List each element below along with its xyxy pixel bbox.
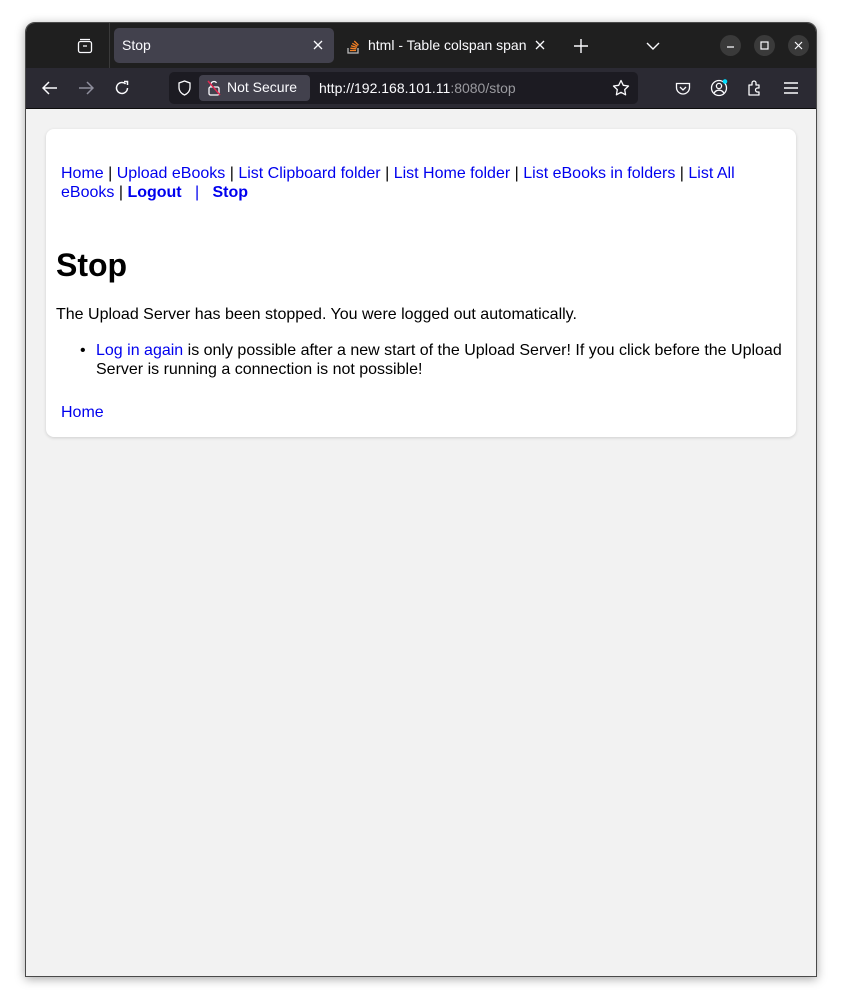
menu-hamburger-icon[interactable] xyxy=(780,77,802,99)
status-message: The Upload Server has been stopped. You … xyxy=(56,306,577,323)
back-arrow-icon[interactable] xyxy=(39,77,61,99)
site-nav: Home | Upload eBooks | List Clipboard fo… xyxy=(61,164,781,202)
nav-separator: | xyxy=(118,184,123,201)
reload-icon[interactable] xyxy=(111,77,133,99)
nav-list-clipboard-link[interactable]: List Clipboard folder xyxy=(238,165,380,182)
nav-list-home-folder-link[interactable]: List Home folder xyxy=(394,165,511,182)
home-link[interactable]: Home xyxy=(61,404,104,422)
login-note: is only possible after a new start of th… xyxy=(96,342,782,378)
list-item: • Log in again is only possible after a … xyxy=(80,341,786,379)
bookmark-star-icon[interactable] xyxy=(612,79,630,102)
extensions-icon[interactable] xyxy=(744,77,766,99)
nav-separator: | xyxy=(108,165,113,182)
bullet-dot: • xyxy=(80,342,86,359)
browser-window: Stop html - Table colspan span Not Secur… xyxy=(25,22,817,977)
url-path: :8080/stop xyxy=(450,80,516,96)
close-tab-icon[interactable] xyxy=(530,35,550,55)
nav-separator: | xyxy=(229,165,234,182)
nav-stop-link[interactable]: Stop xyxy=(212,184,248,201)
maximize-icon[interactable] xyxy=(754,35,775,56)
content-card: Home | Upload eBooks | List Clipboard fo… xyxy=(46,129,796,437)
account-icon[interactable] xyxy=(708,77,730,99)
nav-separator: | xyxy=(679,165,684,182)
broken-lock-icon xyxy=(207,80,221,99)
tab-title: html - Table colspan span xyxy=(368,37,527,53)
pocket-icon[interactable] xyxy=(672,77,694,99)
tab-title: Stop xyxy=(122,37,151,53)
url-host: http://192.168.101.11 xyxy=(319,80,451,96)
nav-logout-link[interactable]: Logout xyxy=(127,184,181,201)
nav-list-ebooks-folders-link[interactable]: List eBooks in folders xyxy=(523,165,675,182)
nav-upload-ebooks-link[interactable]: Upload eBooks xyxy=(117,165,226,182)
address-bar[interactable]: Not Secure http://192.168.101.11:8080/st… xyxy=(169,72,638,104)
tab-html-colspan[interactable]: html - Table colspan span xyxy=(340,28,556,63)
list-tabs-chevron-down-icon[interactable] xyxy=(642,35,664,57)
tab-bar: Stop html - Table colspan span xyxy=(26,23,816,68)
navigation-toolbar: Not Secure http://192.168.101.11:8080/st… xyxy=(26,68,816,109)
new-tab-icon[interactable] xyxy=(570,35,592,57)
not-secure-badge[interactable]: Not Secure xyxy=(199,75,310,101)
log-in-again-link[interactable]: Log in again xyxy=(96,342,183,359)
shield-icon[interactable] xyxy=(177,80,192,101)
forward-arrow-icon[interactable] xyxy=(75,77,97,99)
tab-divider xyxy=(109,23,110,68)
close-tab-icon[interactable] xyxy=(308,35,328,55)
stackoverflow-icon xyxy=(347,38,361,57)
tab-stop[interactable]: Stop xyxy=(114,28,334,63)
page-title: Stop xyxy=(56,247,128,283)
not-secure-label: Not Secure xyxy=(227,79,298,95)
url-text[interactable]: http://192.168.101.11:8080/stop xyxy=(319,80,516,96)
nav-separator: | xyxy=(194,184,200,201)
tab-groups-icon[interactable] xyxy=(74,35,96,57)
page-viewport: Home | Upload eBooks | List Clipboard fo… xyxy=(26,109,816,976)
minimize-icon[interactable] xyxy=(720,35,741,56)
nav-separator: | xyxy=(385,165,390,182)
nav-home-link[interactable]: Home xyxy=(61,165,104,182)
close-window-icon[interactable] xyxy=(788,35,809,56)
nav-separator: | xyxy=(514,165,519,182)
